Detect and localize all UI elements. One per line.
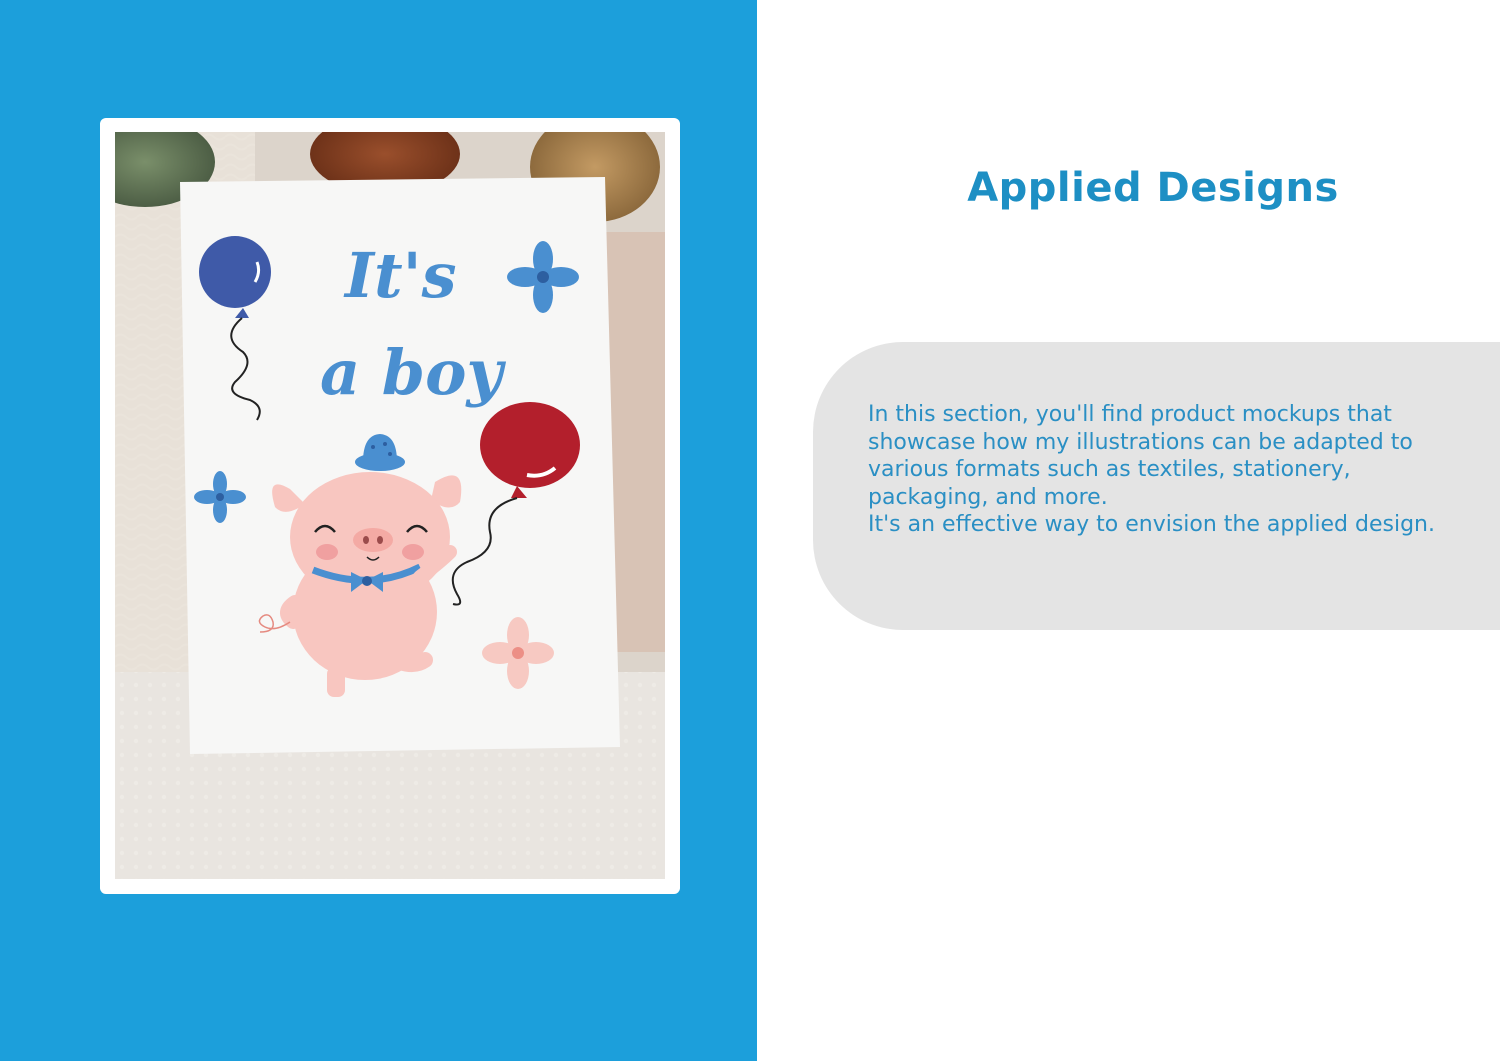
info-paragraph-2: It's an effective way to envision the ap… <box>868 512 1435 537</box>
greeting-card-mockup-illustration: It's a boy <box>115 132 665 879</box>
left-blue-panel: It's a boy <box>0 0 757 1061</box>
mockup-photo: It's a boy <box>115 132 665 879</box>
info-text: In this section, you'll find product moc… <box>868 401 1448 539</box>
card-text-line1: It's <box>343 239 457 312</box>
info-paragraph-1: In this section, you'll find product moc… <box>868 402 1413 510</box>
card-text-line2: a boy <box>320 336 506 409</box>
mockup-photo-frame: It's a boy <box>100 118 680 894</box>
page-title: Applied Designs <box>967 164 1339 211</box>
greeting-card: It's a boy <box>180 177 620 754</box>
